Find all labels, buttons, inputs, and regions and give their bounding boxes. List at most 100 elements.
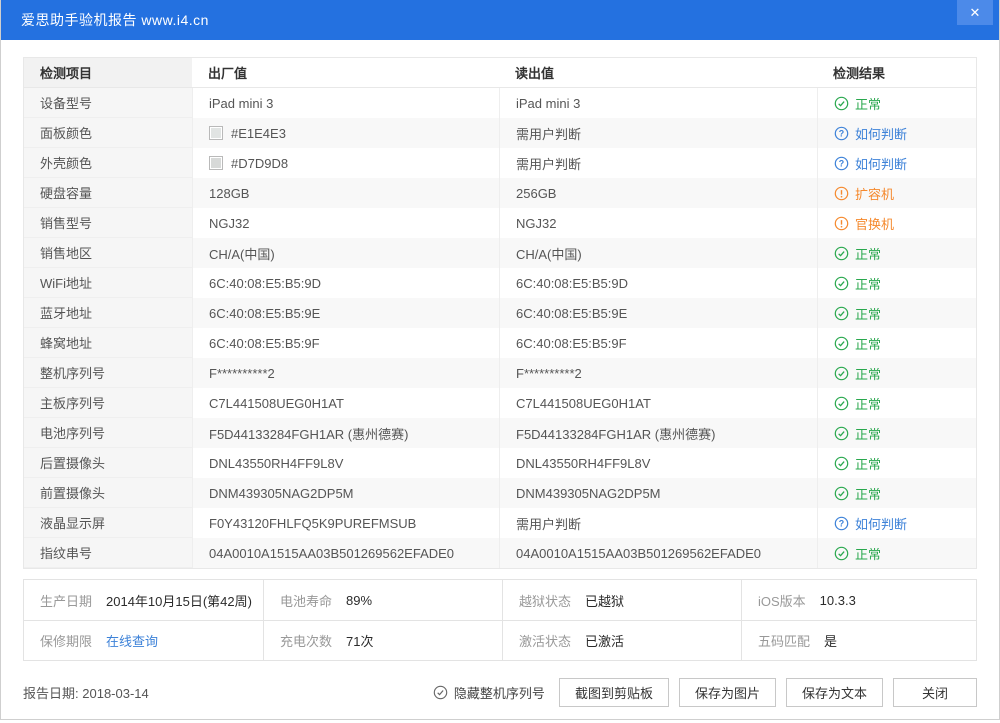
summary-value: 是 bbox=[824, 631, 837, 650]
table-row: 电池序列号F5D44133284FGH1AR (惠州德赛)F5D44133284… bbox=[24, 418, 976, 448]
save-as-text-button[interactable]: 保存为文本 bbox=[786, 678, 883, 707]
summary-cell: 五码匹配是 bbox=[741, 621, 976, 660]
table-row: WiFi地址6C:40:08:E5:B5:9D6C:40:08:E5:B5:9D… bbox=[24, 268, 976, 298]
status-cell: ?如何判断 bbox=[817, 118, 976, 148]
table-row: 外壳颜色#D7D9D8需用户判断?如何判断 bbox=[24, 148, 976, 178]
factory-value: 6C:40:08:E5:B5:9F bbox=[192, 328, 499, 358]
status-ok-icon bbox=[834, 336, 849, 351]
item-label: 外壳颜色 bbox=[24, 148, 192, 178]
read-value: 256GB bbox=[499, 178, 817, 208]
status-cell: 正常 bbox=[817, 448, 976, 478]
factory-value: DNM439305NAG2DP5M bbox=[192, 478, 499, 508]
status-badge: 正常 bbox=[834, 544, 881, 563]
factory-value: 128GB bbox=[192, 178, 499, 208]
status-cell: 正常 bbox=[817, 88, 976, 118]
item-label: 整机序列号 bbox=[24, 358, 192, 388]
summary-row: 生产日期2014年10月15日(第42周)电池寿命89%越狱状态已越狱iOS版本… bbox=[24, 580, 976, 620]
close-report-button[interactable]: 关闭 bbox=[893, 678, 977, 707]
factory-value: CH/A(中国) bbox=[192, 238, 499, 268]
status-badge: 正常 bbox=[834, 244, 881, 263]
save-as-image-button[interactable]: 保存为图片 bbox=[679, 678, 776, 707]
factory-value: NGJ32 bbox=[192, 208, 499, 238]
summary-value: 89% bbox=[346, 593, 372, 608]
read-value: NGJ32 bbox=[499, 208, 817, 238]
summary-label: 充电次数 bbox=[280, 631, 332, 650]
summary-cell: 越狱状态已越狱 bbox=[502, 580, 741, 620]
item-label: 液晶显示屏 bbox=[24, 508, 192, 538]
table-row: 整机序列号F**********2F**********2正常 bbox=[24, 358, 976, 388]
svg-text:?: ? bbox=[839, 518, 844, 528]
read-value: C7L441508UEG0H1AT bbox=[499, 388, 817, 418]
summary-cell: 激活状态已激活 bbox=[502, 621, 741, 660]
hide-serial-label: 隐藏整机序列号 bbox=[454, 683, 545, 702]
status-ok-icon bbox=[834, 276, 849, 291]
summary-label: 生产日期 bbox=[40, 591, 92, 610]
table-row: 设备型号iPad mini 3iPad mini 3正常 bbox=[24, 88, 976, 118]
close-icon: ✕ bbox=[970, 5, 981, 21]
item-label: 蓝牙地址 bbox=[24, 298, 192, 328]
status-badge[interactable]: ?如何判断 bbox=[834, 154, 907, 173]
read-value: 6C:40:08:E5:B5:9D bbox=[499, 268, 817, 298]
summary-cell: iOS版本10.3.3 bbox=[741, 580, 976, 620]
item-label: 后置摄像头 bbox=[24, 448, 192, 478]
status-label: 正常 bbox=[855, 244, 881, 263]
status-label: 官换机 bbox=[855, 214, 894, 233]
item-label: 设备型号 bbox=[24, 88, 192, 118]
summary-cell: 保修期限在线查询 bbox=[24, 621, 263, 660]
summary-value: 2014年10月15日(第42周) bbox=[106, 591, 252, 610]
hide-serial-toggle[interactable]: 隐藏整机序列号 bbox=[433, 683, 545, 702]
read-value: 6C:40:08:E5:B5:9F bbox=[499, 328, 817, 358]
item-label: 面板颜色 bbox=[24, 118, 192, 148]
warranty-online-link[interactable]: 在线查询 bbox=[106, 631, 158, 650]
status-label: 正常 bbox=[855, 274, 881, 293]
status-label: 如何判断 bbox=[855, 514, 907, 533]
status-label: 正常 bbox=[855, 94, 881, 113]
status-cell: 扩容机 bbox=[817, 178, 976, 208]
color-swatch bbox=[209, 126, 223, 140]
status-badge: 正常 bbox=[834, 454, 881, 473]
read-value: 04A0010A1515AA03B501269562EFADE0 bbox=[499, 538, 817, 568]
read-value: CH/A(中国) bbox=[499, 238, 817, 268]
summary-value: 10.3.3 bbox=[820, 593, 856, 608]
factory-value: 6C:40:08:E5:B5:9E bbox=[192, 298, 499, 328]
status-badge: 正常 bbox=[834, 334, 881, 353]
item-label: 硬盘容量 bbox=[24, 178, 192, 208]
factory-value: F0Y43120FHLFQ5K9PUREFMSUB bbox=[192, 508, 499, 538]
status-badge[interactable]: ? 如何判断 bbox=[834, 514, 907, 533]
status-cell: 正常 bbox=[817, 538, 976, 568]
status-cell: ? 如何判断 bbox=[817, 508, 976, 538]
status-cell: 正常 bbox=[817, 328, 976, 358]
footer-bar: 报告日期: 2018-03-14 隐藏整机序列号 截图到剪贴板保存为图片保存为文… bbox=[1, 661, 999, 723]
footer-actions: 隐藏整机序列号 截图到剪贴板保存为图片保存为文本关闭 bbox=[433, 678, 977, 707]
status-label: 扩容机 bbox=[855, 184, 894, 203]
status-label: 正常 bbox=[855, 484, 881, 503]
item-label: 电池序列号 bbox=[24, 418, 192, 448]
read-value: DNL43550RH4FF9L8V bbox=[499, 448, 817, 478]
color-swatch bbox=[209, 156, 223, 170]
read-value: 需用户判断 bbox=[499, 118, 817, 148]
read-value: F**********2 bbox=[499, 358, 817, 388]
item-label: WiFi地址 bbox=[24, 268, 192, 298]
summary-value: 已激活 bbox=[585, 631, 624, 650]
status-label: 正常 bbox=[855, 394, 881, 413]
status-badge: 正常 bbox=[834, 484, 881, 503]
status-label: 如何判断 bbox=[855, 154, 907, 173]
report-date-value: 2018-03-14 bbox=[82, 686, 149, 701]
table-row: 指纹串号04A0010A1515AA03B501269562EFADE004A0… bbox=[24, 538, 976, 568]
table-row: 面板颜色#E1E4E3需用户判断 ?如何判断 bbox=[24, 118, 976, 148]
factory-value: DNL43550RH4FF9L8V bbox=[192, 448, 499, 478]
factory-value: 04A0010A1515AA03B501269562EFADE0 bbox=[192, 538, 499, 568]
status-cell: 正常 bbox=[817, 388, 976, 418]
status-badge: 正常 bbox=[834, 274, 881, 293]
factory-value: #E1E4E3 bbox=[192, 118, 499, 148]
factory-value: F**********2 bbox=[192, 358, 499, 388]
status-ok-icon bbox=[834, 366, 849, 381]
table-row: 前置摄像头DNM439305NAG2DP5MDNM439305NAG2DP5M正… bbox=[24, 478, 976, 508]
status-label: 如何判断 bbox=[855, 124, 907, 143]
close-button[interactable]: ✕ bbox=[957, 0, 993, 25]
copy-screenshot-button[interactable]: 截图到剪贴板 bbox=[559, 678, 669, 707]
status-badge[interactable]: ?如何判断 bbox=[834, 124, 907, 143]
status-cell: 正常 bbox=[817, 268, 976, 298]
item-label: 销售型号 bbox=[24, 208, 192, 238]
table-header-row: 检测项目 出厂值 读出值 检测结果 bbox=[24, 58, 976, 88]
